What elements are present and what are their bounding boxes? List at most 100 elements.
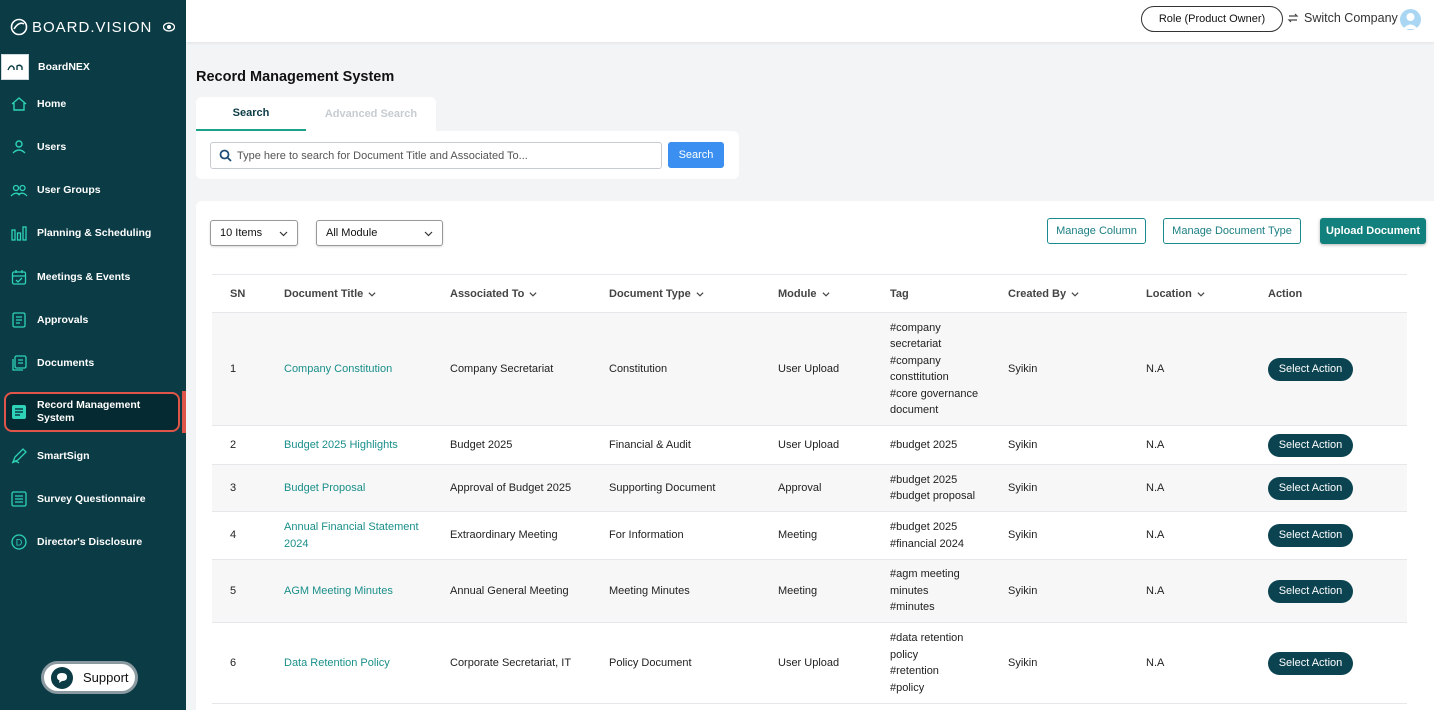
cell-sn: 2 <box>230 438 237 451</box>
col-created-by[interactable]: Created By <box>1008 275 1146 313</box>
cell-module: User Upload <box>778 656 840 669</box>
sidebar-item-meetings[interactable]: Meetings & Events <box>0 257 186 297</box>
col-document-title[interactable]: Document Title <box>284 275 450 313</box>
tag-line: #policy <box>890 681 925 694</box>
col-label: Document Type <box>609 287 691 300</box>
cell-document-type: Policy Document <box>609 656 692 669</box>
org-switcher[interactable]: BoardNEX <box>0 53 186 81</box>
org-badge <box>1 54 29 80</box>
cell-document-title-link[interactable]: Data Retention Policy <box>284 623 450 704</box>
col-module[interactable]: Module <box>778 275 890 313</box>
search-box[interactable] <box>210 142 662 169</box>
cell-document-title-link[interactable]: Company Constitution <box>284 313 450 426</box>
chevron-down-icon <box>529 291 537 297</box>
cell-tag: #budget 2025 #financial 2024 <box>890 512 1008 560</box>
select-action-button[interactable]: Select Action <box>1268 433 1353 457</box>
chevron-down-icon <box>424 231 433 237</box>
chevron-down-icon <box>696 291 704 297</box>
cell-document-type: For Information <box>609 529 684 542</box>
cell-action: Select Action <box>1268 465 1407 512</box>
sidebar-item-survey[interactable]: Survey Questionnaire <box>0 479 186 519</box>
select-action-button[interactable]: Select Action <box>1268 357 1353 381</box>
sidebar-item-approvals[interactable]: Approvals <box>0 300 186 340</box>
chevron-down-icon <box>1071 291 1079 297</box>
sidebar-item-directors-disclosure[interactable]: D Director's Disclosure <box>0 522 186 562</box>
cell-created-by: Syikin <box>1008 362 1038 375</box>
table-row: 3 Budget Proposal Approval of Budget 202… <box>212 464 1407 512</box>
select-action-button[interactable]: Select Action <box>1268 476 1353 500</box>
select-action-button[interactable]: Select Action <box>1268 579 1353 603</box>
cell-tag: #agm meeting minutes #minutes <box>890 560 1008 623</box>
col-label: Module <box>778 287 817 300</box>
cell-document-title-link[interactable]: Budget Proposal <box>284 465 450 512</box>
avatar[interactable] <box>1400 9 1421 30</box>
cell-associated-to: Approval of Budget 2025 <box>450 481 572 494</box>
chevron-down-icon <box>821 291 830 297</box>
records-table: SN Document Title Associated To Document… <box>212 274 1407 704</box>
cell-created-by: Syikin <box>1008 529 1038 542</box>
col-location[interactable]: Location <box>1146 275 1268 313</box>
tab-search[interactable]: Search <box>196 97 306 131</box>
sidebar-item-label: Planning & Scheduling <box>37 226 152 239</box>
col-label: Document Title <box>284 287 364 300</box>
brand-name: BOARD.VISION <box>32 18 153 36</box>
chevron-down-icon <box>1197 291 1205 297</box>
pen-icon <box>10 447 28 465</box>
tab-advanced-search[interactable]: Advanced Search <box>306 97 436 131</box>
cell-location: N.A <box>1146 656 1165 669</box>
cell-tag: #company secretariat #company consttitut… <box>890 313 1008 426</box>
brand-mark-icon <box>10 18 28 36</box>
col-associated-to[interactable]: Associated To <box>450 275 609 313</box>
approval-doc-icon <box>10 311 28 329</box>
sidebar-item-home[interactable]: Home <box>0 84 186 124</box>
cell-action: Select Action <box>1268 560 1407 623</box>
role-button[interactable]: Role (Product Owner) <box>1141 6 1283 32</box>
title-line: Annual Financial Statement <box>284 521 419 533</box>
tag-line: #company <box>890 321 941 334</box>
col-document-type[interactable]: Document Type <box>609 275 778 313</box>
cell-document-title-link[interactable]: AGM Meeting Minutes <box>284 560 450 623</box>
cell-document-type: Supporting Document <box>609 481 716 494</box>
sidebar-item-label: Director's Disclosure <box>37 535 143 548</box>
cell-module: Approval <box>778 481 822 494</box>
cell-document-title-link[interactable]: Annual Financial Statement 2024 <box>284 512 450 560</box>
sidebar-item-record-management[interactable]: Record Management System <box>4 392 180 432</box>
cell-tag: #budget 2025 <box>890 426 1008 465</box>
cell-location: N.A <box>1146 362 1165 375</box>
sidebar-item-label: Survey Questionnaire <box>37 492 146 505</box>
home-icon <box>10 95 28 113</box>
sidebar-item-label: Meetings & Events <box>37 270 131 283</box>
items-per-page-select[interactable]: 10 Items <box>210 220 298 246</box>
eye-toggle-icon[interactable] <box>163 22 175 32</box>
search-button[interactable]: Search <box>668 142 724 168</box>
cell-document-title-link[interactable]: Budget 2025 Highlights <box>284 426 450 465</box>
col-label: Created By <box>1008 287 1067 300</box>
sidebar: BOARD.VISION BoardNEX Home Users User Gr… <box>0 0 186 710</box>
sidebar-item-smartsign[interactable]: SmartSign <box>0 436 186 476</box>
upload-document-button[interactable]: Upload Document <box>1320 218 1426 244</box>
manage-document-type-button[interactable]: Manage Document Type <box>1163 218 1301 244</box>
tag-line: #financial 2024 <box>890 537 965 550</box>
switch-company-link[interactable]: Switch Company <box>1287 11 1398 25</box>
col-sn: SN <box>230 287 246 300</box>
cell-location: N.A <box>1146 481 1165 494</box>
cell-document-type: Financial & Audit <box>609 438 691 451</box>
chevron-down-icon <box>279 231 288 237</box>
sidebar-item-users[interactable]: Users <box>0 127 186 167</box>
cell-sn: 4 <box>230 529 237 542</box>
select-action-button[interactable]: Select Action <box>1268 651 1353 675</box>
support-button[interactable]: Support <box>41 661 138 694</box>
items-per-page-value: 10 Items <box>220 227 263 239</box>
module-select[interactable]: All Module <box>316 220 443 246</box>
cell-created-by: Syikin <box>1008 584 1038 597</box>
sidebar-item-planning[interactable]: Planning & Scheduling <box>0 213 186 253</box>
manage-column-button[interactable]: Manage Column <box>1047 218 1146 244</box>
table-row: 6 Data Retention Policy Corporate Secret… <box>212 622 1407 704</box>
user-icon <box>10 138 28 156</box>
search-input[interactable] <box>237 149 657 162</box>
search-tabs: Search Advanced Search <box>196 97 436 131</box>
select-action-button[interactable]: Select Action <box>1268 524 1353 547</box>
sidebar-item-user-groups[interactable]: User Groups <box>0 170 186 210</box>
sidebar-item-documents[interactable]: Documents <box>0 343 186 383</box>
org-logo-icon <box>7 64 23 71</box>
